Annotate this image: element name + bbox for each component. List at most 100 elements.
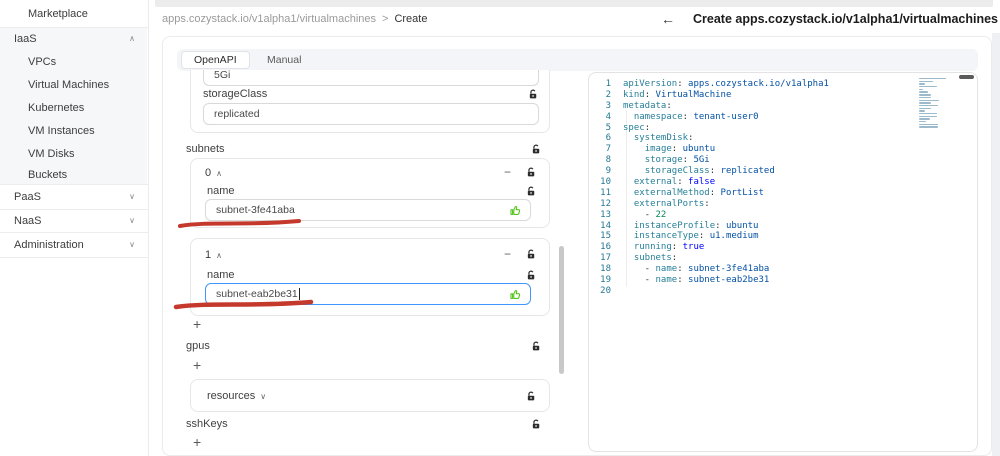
unlock-icon[interactable]: [526, 186, 537, 197]
code-token: instanceType: [633, 231, 699, 242]
add-gpu-button[interactable]: +: [193, 358, 201, 372]
subnet-1-name-input[interactable]: subnet-eab2be31: [205, 283, 531, 305]
code-token: :: [644, 122, 651, 133]
remove-item-button[interactable]: −: [504, 166, 511, 178]
code-line: 14 instanceProfile: ubuntu: [589, 221, 977, 232]
code-token: :: [715, 220, 726, 231]
top-toolbar-strip: [155, 0, 993, 7]
add-sshkey-button[interactable]: +: [193, 435, 201, 449]
unlock-icon[interactable]: [528, 89, 539, 100]
minimap-line: [919, 118, 930, 120]
line-number: 13: [600, 209, 611, 220]
sidebar-item-label: Marketplace: [28, 7, 88, 20]
unlock-icon[interactable]: [531, 419, 542, 430]
line-number: 9: [605, 166, 611, 177]
minimap-line: [919, 91, 929, 93]
subnet-item-1-card: 1 ∧ − name subnet-eab2be31: [190, 238, 550, 316]
code-line: 12 externalPorts:: [589, 199, 977, 210]
item-controls: [526, 391, 537, 402]
code-line: 7 image: ubuntu: [589, 144, 977, 155]
code-line: 10 external: false: [589, 177, 977, 188]
thumbs-up-icon[interactable]: [509, 288, 522, 301]
sidebar-item-paas[interactable]: PaaS ∨: [0, 184, 148, 209]
line-number: 12: [600, 198, 611, 209]
chevron-down-icon: ∨: [260, 391, 267, 401]
sidebar-item-buckets[interactable]: Buckets: [0, 165, 148, 184]
code-line: 16 running: true: [589, 242, 977, 253]
back-arrow-icon[interactable]: ←: [661, 11, 675, 27]
code-token: :: [698, 231, 710, 242]
sidebar-item-kubernetes[interactable]: Kubernetes: [0, 96, 148, 119]
unlock-icon[interactable]: [526, 249, 537, 260]
gpus-label: gpus: [186, 340, 210, 352]
storage-class-input[interactable]: replicated: [203, 103, 539, 125]
code-token: storageClass: [644, 166, 710, 177]
yaml-editor[interactable]: 1 apiVersion: apps.cozystack.io/v1alpha1 2…: [588, 72, 978, 452]
sshkeys-label-row: sshKeys: [186, 418, 542, 430]
code-line: 20: [589, 286, 977, 297]
code-token: name: [655, 275, 678, 286]
sidebar-item-naas[interactable]: NaaS ∨: [0, 209, 148, 232]
unlock-icon[interactable]: [531, 341, 542, 352]
code-token: :: [677, 177, 689, 188]
sidebar-item-iaas[interactable]: IaaS ∧: [0, 27, 148, 50]
code-token: VirtualMachine: [655, 89, 732, 100]
sidebar-item-marketplace[interactable]: Marketplace: [0, 0, 148, 27]
tab-manual[interactable]: Manual: [253, 49, 315, 71]
subnet-item-0-card: 0 ∧ − name subnet-3fe41aba: [190, 158, 550, 228]
breadcrumb-path[interactable]: apps.cozystack.io/v1alpha1/virtualmachin…: [162, 13, 376, 25]
editor-scrollbar-thumb[interactable]: [959, 75, 974, 79]
sidebar-item-vm-instances[interactable]: VM Instances: [0, 119, 148, 142]
sidebar-item-label: Virtual Machines: [28, 78, 110, 91]
sidebar-item-virtual-machines[interactable]: Virtual Machines: [0, 73, 148, 96]
minimap-line: [919, 99, 940, 101]
line-number: 4: [605, 111, 611, 122]
thumbs-up-icon[interactable]: [509, 204, 522, 217]
resources-header[interactable]: resources ∨: [207, 390, 266, 402]
code-token: :: [677, 275, 689, 286]
code-line: 9 storageClass: replicated: [589, 166, 977, 177]
code-token: kind: [623, 89, 645, 100]
resources-card[interactable]: resources ∨: [190, 379, 550, 412]
item-index: 0: [205, 167, 212, 179]
code-line: 6 systemDisk:: [589, 133, 977, 144]
minimap-line: [919, 83, 926, 85]
line-number: 18: [600, 264, 611, 275]
subnet-item-1-header[interactable]: 1 ∧: [205, 249, 222, 261]
minimap-line: [919, 112, 937, 115]
subnet-0-name-input[interactable]: subnet-3fe41aba: [205, 199, 531, 221]
storage-input[interactable]: 5Gi: [203, 70, 539, 86]
unlock-icon[interactable]: [526, 391, 537, 402]
minimap-line: [919, 126, 939, 128]
code-line: 13 - 22: [589, 210, 977, 221]
sidebar-item-label: VM Instances: [28, 124, 95, 137]
name-label-row: name: [207, 269, 537, 281]
code-token: name: [655, 264, 678, 275]
name-label: name: [207, 185, 235, 197]
unlock-icon[interactable]: [526, 167, 537, 178]
remove-item-button[interactable]: −: [504, 248, 511, 260]
add-subnet-button[interactable]: +: [193, 317, 201, 331]
form-scrollbar-thumb[interactable]: [559, 246, 564, 374]
sidebar-item-vpcs[interactable]: VPCs: [0, 50, 148, 73]
sidebar-item-vm-disks[interactable]: VM Disks: [0, 142, 148, 165]
code-token: external: [633, 177, 678, 188]
code-line: 17 subnets:: [589, 253, 977, 264]
form-scroll-area[interactable]: 5Gi storageClass replicated subnets 0 ∧ …: [162, 70, 562, 456]
unlock-icon[interactable]: [526, 270, 537, 281]
sidebar-item-label: VM Disks: [28, 147, 75, 160]
editor-minimap[interactable]: [919, 78, 951, 132]
subnet-item-0-header[interactable]: 0 ∧: [205, 167, 222, 179]
sidebar-item-administration[interactable]: Administration ∨: [0, 232, 148, 257]
tab-label: OpenAPI: [194, 54, 237, 66]
chevron-down-icon: ∨: [129, 216, 135, 225]
tab-openapi[interactable]: OpenAPI: [181, 51, 250, 69]
unlock-icon[interactable]: [531, 144, 542, 155]
code-token: spec: [623, 122, 645, 133]
tab-label: Manual: [267, 54, 302, 66]
system-disk-card: 5Gi storageClass replicated: [190, 70, 550, 133]
